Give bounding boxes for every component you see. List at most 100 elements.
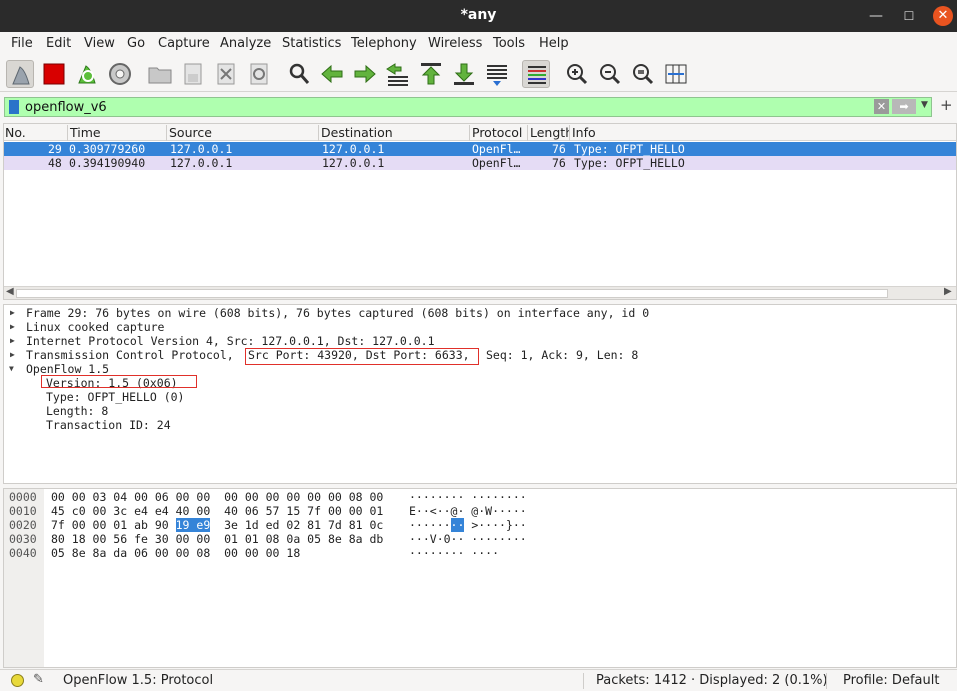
first-packet-icon[interactable] <box>417 60 445 88</box>
offset-label: 0040 <box>9 546 37 560</box>
zoom-out-icon[interactable] <box>596 60 624 88</box>
normal-size-icon[interactable] <box>629 60 657 88</box>
ascii-chars: >····}·· <box>464 518 527 532</box>
menu-view[interactable]: View <box>84 36 115 51</box>
close-button[interactable]: ✕ <box>933 6 953 26</box>
apply-filter-icon[interactable]: ➡ <box>892 99 916 114</box>
column-header-no[interactable]: No. <box>5 125 68 141</box>
zoom-in-icon[interactable] <box>563 60 591 88</box>
table-row[interactable]: 48 0.394190940 127.0.0.1 127.0.0.1 OpenF… <box>4 156 956 170</box>
menu-edit[interactable]: Edit <box>46 36 71 51</box>
tree-item-label: Frame 29: 76 bytes on wire (608 bits), 7… <box>26 306 650 320</box>
go-back-icon[interactable] <box>318 60 346 88</box>
edit-comment-icon[interactable]: ✎ <box>33 672 44 687</box>
maximize-button[interactable]: ☐ <box>899 6 919 26</box>
expand-arrow-icon[interactable]: ▶ <box>10 320 15 334</box>
resize-columns-icon[interactable] <box>662 60 690 88</box>
tree-item-tcp[interactable]: ▶ Transmission Control Protocol, Src Por… <box>4 348 956 362</box>
open-file-icon[interactable] <box>146 60 174 88</box>
hex-bytes-row[interactable]: 00 00 03 04 00 06 00 00 00 00 00 00 00 0… <box>51 490 383 504</box>
tree-item-frame[interactable]: ▶ Frame 29: 76 bytes on wire (608 bits),… <box>4 306 956 320</box>
capture-options-icon[interactable] <box>106 60 134 88</box>
main-toolbar <box>0 56 957 92</box>
tcp-seq-label: Seq: 1, Ack: 9, Len: 8 <box>486 348 639 362</box>
tree-item-label: Linux cooked capture <box>26 320 165 334</box>
expand-arrow-icon[interactable]: ▶ <box>10 306 15 320</box>
expand-arrow-icon[interactable]: ▶ <box>10 348 15 362</box>
auto-scroll-icon[interactable] <box>483 60 511 88</box>
cell-destination: 127.0.0.1 <box>322 142 385 156</box>
hex-bytes-row[interactable]: 05 8e 8a da 06 00 00 08 00 00 00 18 <box>51 546 300 560</box>
menu-file[interactable]: File <box>11 36 33 51</box>
hex-bytes-row[interactable]: 45 c0 00 3c e4 e4 40 00 40 06 57 15 7f 0… <box>51 504 383 518</box>
reload-file-icon[interactable] <box>245 60 273 88</box>
column-header-info[interactable]: Info <box>570 125 956 141</box>
ascii-row[interactable]: ········ >····}·· <box>409 518 527 532</box>
colorize-icon[interactable] <box>522 60 550 88</box>
scroll-left-icon[interactable]: ◀ <box>6 286 14 297</box>
ascii-row[interactable]: E··<··@· @·W····· <box>409 504 527 518</box>
clear-filter-icon[interactable]: ✕ <box>874 99 889 114</box>
tree-item-ipv4[interactable]: ▶ Internet Protocol Version 4, Src: 127.… <box>4 334 956 348</box>
save-file-icon[interactable] <box>179 60 207 88</box>
cell-source: 127.0.0.1 <box>170 142 233 156</box>
cell-time: 0.394190940 <box>69 156 146 170</box>
column-header-source[interactable]: Source <box>167 125 319 141</box>
menu-help[interactable]: Help <box>539 36 569 51</box>
close-file-icon[interactable] <box>212 60 240 88</box>
menu-tools[interactable]: Tools <box>493 36 525 51</box>
ascii-row[interactable]: ········ ···· <box>409 546 499 560</box>
tree-item-transaction-id[interactable]: Transaction ID: 24 <box>46 418 171 432</box>
go-to-packet-icon[interactable] <box>384 60 412 88</box>
minimize-button[interactable]: — <box>866 6 886 26</box>
menu-analyze[interactable]: Analyze <box>220 36 271 51</box>
hex-bytes-row[interactable]: 80 18 00 56 fe 30 00 00 01 01 08 0a 05 8… <box>51 532 383 546</box>
tree-item-label: OpenFlow 1.5 <box>26 362 110 376</box>
tree-item-type[interactable]: Type: OFPT_HELLO (0) <box>46 390 184 404</box>
tree-item-length[interactable]: Length: 8 <box>46 404 108 418</box>
column-header-destination[interactable]: Destination <box>319 125 470 141</box>
expert-info-icon[interactable] <box>11 674 24 687</box>
display-filter-bar: ✕ ➡ ▼ + <box>4 96 953 117</box>
tree-item-linux-cooked[interactable]: ▶ Linux cooked capture <box>4 320 956 334</box>
menu-statistics[interactable]: Statistics <box>282 36 341 51</box>
tree-item-label: Transmission Control Protocol, <box>26 348 234 362</box>
stop-capture-icon[interactable] <box>40 60 68 88</box>
column-header-length[interactable]: Length <box>528 125 570 141</box>
menu-capture[interactable]: Capture <box>158 36 210 51</box>
column-header-protocol[interactable]: Protocol <box>470 125 528 141</box>
menu-go[interactable]: Go <box>127 36 145 51</box>
bookmark-icon[interactable] <box>9 100 19 114</box>
status-divider <box>826 673 827 689</box>
ascii-chars: ······ <box>409 518 451 532</box>
ascii-row[interactable]: ········ ········ <box>409 490 527 504</box>
tree-item-openflow[interactable]: ▼ OpenFlow 1.5 <box>4 362 956 376</box>
hex-bytes-row[interactable]: 7f 00 00 01 ab 90 19 e9 3e 1d ed 02 81 7… <box>51 518 383 532</box>
horizontal-scrollbar[interactable]: ◀ ▶ <box>4 286 956 299</box>
collapse-arrow-icon[interactable]: ▼ <box>9 362 14 376</box>
go-forward-icon[interactable] <box>351 60 379 88</box>
scrollbar-thumb[interactable] <box>16 289 888 298</box>
column-header-time[interactable]: Time <box>68 125 167 141</box>
offset-label: 0000 <box>9 490 37 504</box>
title-bar: *any — ☐ ✕ <box>0 0 957 32</box>
expand-arrow-icon[interactable]: ▶ <box>10 334 15 348</box>
offset-label: 0010 <box>9 504 37 518</box>
display-filter-input[interactable] <box>25 99 865 115</box>
last-packet-icon[interactable] <box>450 60 478 88</box>
find-packet-icon[interactable] <box>285 60 313 88</box>
scroll-right-icon[interactable]: ▶ <box>944 286 952 297</box>
status-profile[interactable]: Profile: Default <box>843 673 939 688</box>
hex-bytes: 3e 1d ed 02 81 7d 81 0c <box>210 518 384 532</box>
filter-history-dropdown-icon[interactable]: ▼ <box>921 100 928 110</box>
add-filter-button[interactable]: + <box>940 96 953 114</box>
table-row[interactable]: 29 0.309779260 127.0.0.1 127.0.0.1 OpenF… <box>4 142 956 156</box>
restart-capture-icon[interactable] <box>73 60 101 88</box>
menu-wireless[interactable]: Wireless <box>428 36 482 51</box>
shark-fin-icon[interactable] <box>6 60 34 88</box>
cell-info: Type: OFPT_HELLO <box>574 156 685 170</box>
cell-length: 76 <box>552 142 566 156</box>
cell-info: Type: OFPT_HELLO <box>574 142 685 156</box>
menu-telephony[interactable]: Telephony <box>351 36 417 51</box>
ascii-row[interactable]: ···V·0·· ········ <box>409 532 527 546</box>
